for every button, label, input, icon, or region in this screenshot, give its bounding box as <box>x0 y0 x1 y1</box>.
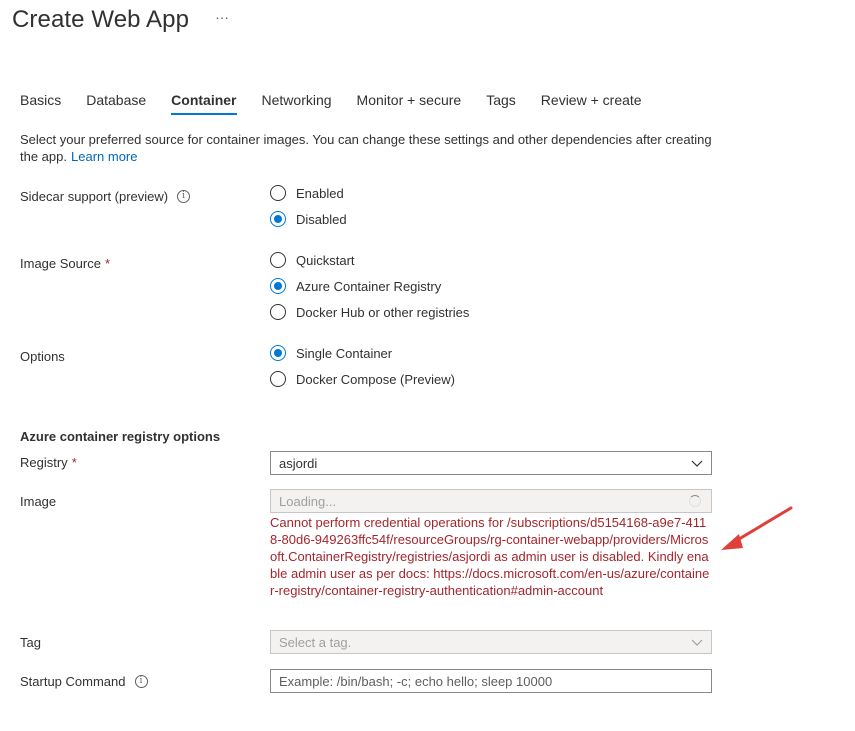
options-label: Options <box>20 349 65 364</box>
chevron-down-icon <box>691 639 703 646</box>
quickstart-radio[interactable]: Quickstart <box>270 247 469 273</box>
tab-bar: Basics Database Container Networking Mon… <box>20 92 667 115</box>
image-source-label-text: Image Source <box>20 256 101 271</box>
radio-label: Azure Container Registry <box>296 278 442 294</box>
radio-circle-checked[interactable] <box>270 345 286 361</box>
tag-placeholder: Select a tag. <box>279 634 352 650</box>
sidecar-label: Sidecar support (preview) i <box>20 189 191 204</box>
info-icon[interactable]: i <box>134 675 148 688</box>
radio-label: Docker Hub or other registries <box>296 304 470 320</box>
tab-review-create[interactable]: Review + create <box>541 92 642 114</box>
sidecar-disabled-radio[interactable]: Disabled <box>270 206 347 232</box>
image-dropdown[interactable]: Loading... <box>270 489 712 513</box>
learn-more-link[interactable]: Learn more <box>71 149 137 164</box>
annotation-arrow-icon <box>721 506 793 550</box>
radio-label: Disabled <box>296 211 347 227</box>
options-label-text: Options <box>20 349 65 364</box>
radio-label: Enabled <box>296 185 344 201</box>
startup-command-label-text: Startup Command <box>20 674 126 689</box>
radio-circle[interactable] <box>270 252 286 268</box>
tag-dropdown[interactable]: Select a tag. <box>270 630 712 654</box>
tag-label-text: Tag <box>20 635 41 650</box>
radio-circle[interactable] <box>270 371 286 387</box>
sidecar-label-text: Sidecar support (preview) <box>20 189 169 204</box>
startup-command-input[interactable] <box>270 669 712 693</box>
acr-section-title: Azure container registry options <box>20 429 221 444</box>
tag-label: Tag <box>20 635 41 650</box>
registry-dropdown[interactable]: asjordi <box>270 451 712 475</box>
radio-label: Docker Compose (Preview) <box>296 371 455 387</box>
image-error-message: Cannot perform credential operations for… <box>270 515 710 598</box>
page-title: Create Web App <box>12 6 190 33</box>
loading-spinner-icon <box>689 495 701 507</box>
image-source-radio-group: Quickstart Azure Container Registry Dock… <box>270 247 469 325</box>
more-options-icon[interactable]: ··· <box>215 9 229 25</box>
sidecar-enabled-radio[interactable]: Enabled <box>270 180 347 206</box>
tab-networking[interactable]: Networking <box>262 92 332 114</box>
radio-label: Single Container <box>296 345 393 361</box>
docker-compose-radio[interactable]: Docker Compose (Preview) <box>270 366 455 392</box>
radio-label: Quickstart <box>296 252 355 268</box>
sidecar-radio-group: Enabled Disabled <box>270 180 347 232</box>
required-marker: * <box>104 256 110 271</box>
tab-monitor-secure[interactable]: Monitor + secure <box>357 92 462 114</box>
tab-database[interactable]: Database <box>86 92 146 114</box>
radio-circle-checked[interactable] <box>270 211 286 227</box>
acr-radio[interactable]: Azure Container Registry <box>270 273 469 299</box>
startup-command-label: Startup Command i <box>20 674 148 689</box>
required-marker: * <box>71 455 77 470</box>
single-container-radio[interactable]: Single Container <box>270 340 455 366</box>
options-radio-group: Single Container Docker Compose (Preview… <box>270 340 455 392</box>
registry-label-text: Registry <box>20 455 68 470</box>
chevron-down-icon <box>691 460 703 467</box>
image-loading-value: Loading... <box>279 493 337 509</box>
radio-circle[interactable] <box>270 304 286 320</box>
docker-hub-radio[interactable]: Docker Hub or other registries <box>270 299 469 325</box>
tab-basics[interactable]: Basics <box>20 92 61 114</box>
info-icon[interactable]: i <box>177 190 191 203</box>
radio-circle[interactable] <box>270 185 286 201</box>
tab-container[interactable]: Container <box>171 92 237 115</box>
radio-circle-checked[interactable] <box>270 278 286 294</box>
image-source-label: Image Source * <box>20 256 110 271</box>
title-row: Create Web App ··· <box>12 6 229 34</box>
intro-text: Select your preferred source for contain… <box>20 131 720 165</box>
registry-label: Registry * <box>20 455 77 470</box>
tab-tags[interactable]: Tags <box>486 92 516 114</box>
image-label-text: Image <box>20 494 57 509</box>
registry-value: asjordi <box>279 455 318 471</box>
image-label: Image <box>20 494 56 509</box>
